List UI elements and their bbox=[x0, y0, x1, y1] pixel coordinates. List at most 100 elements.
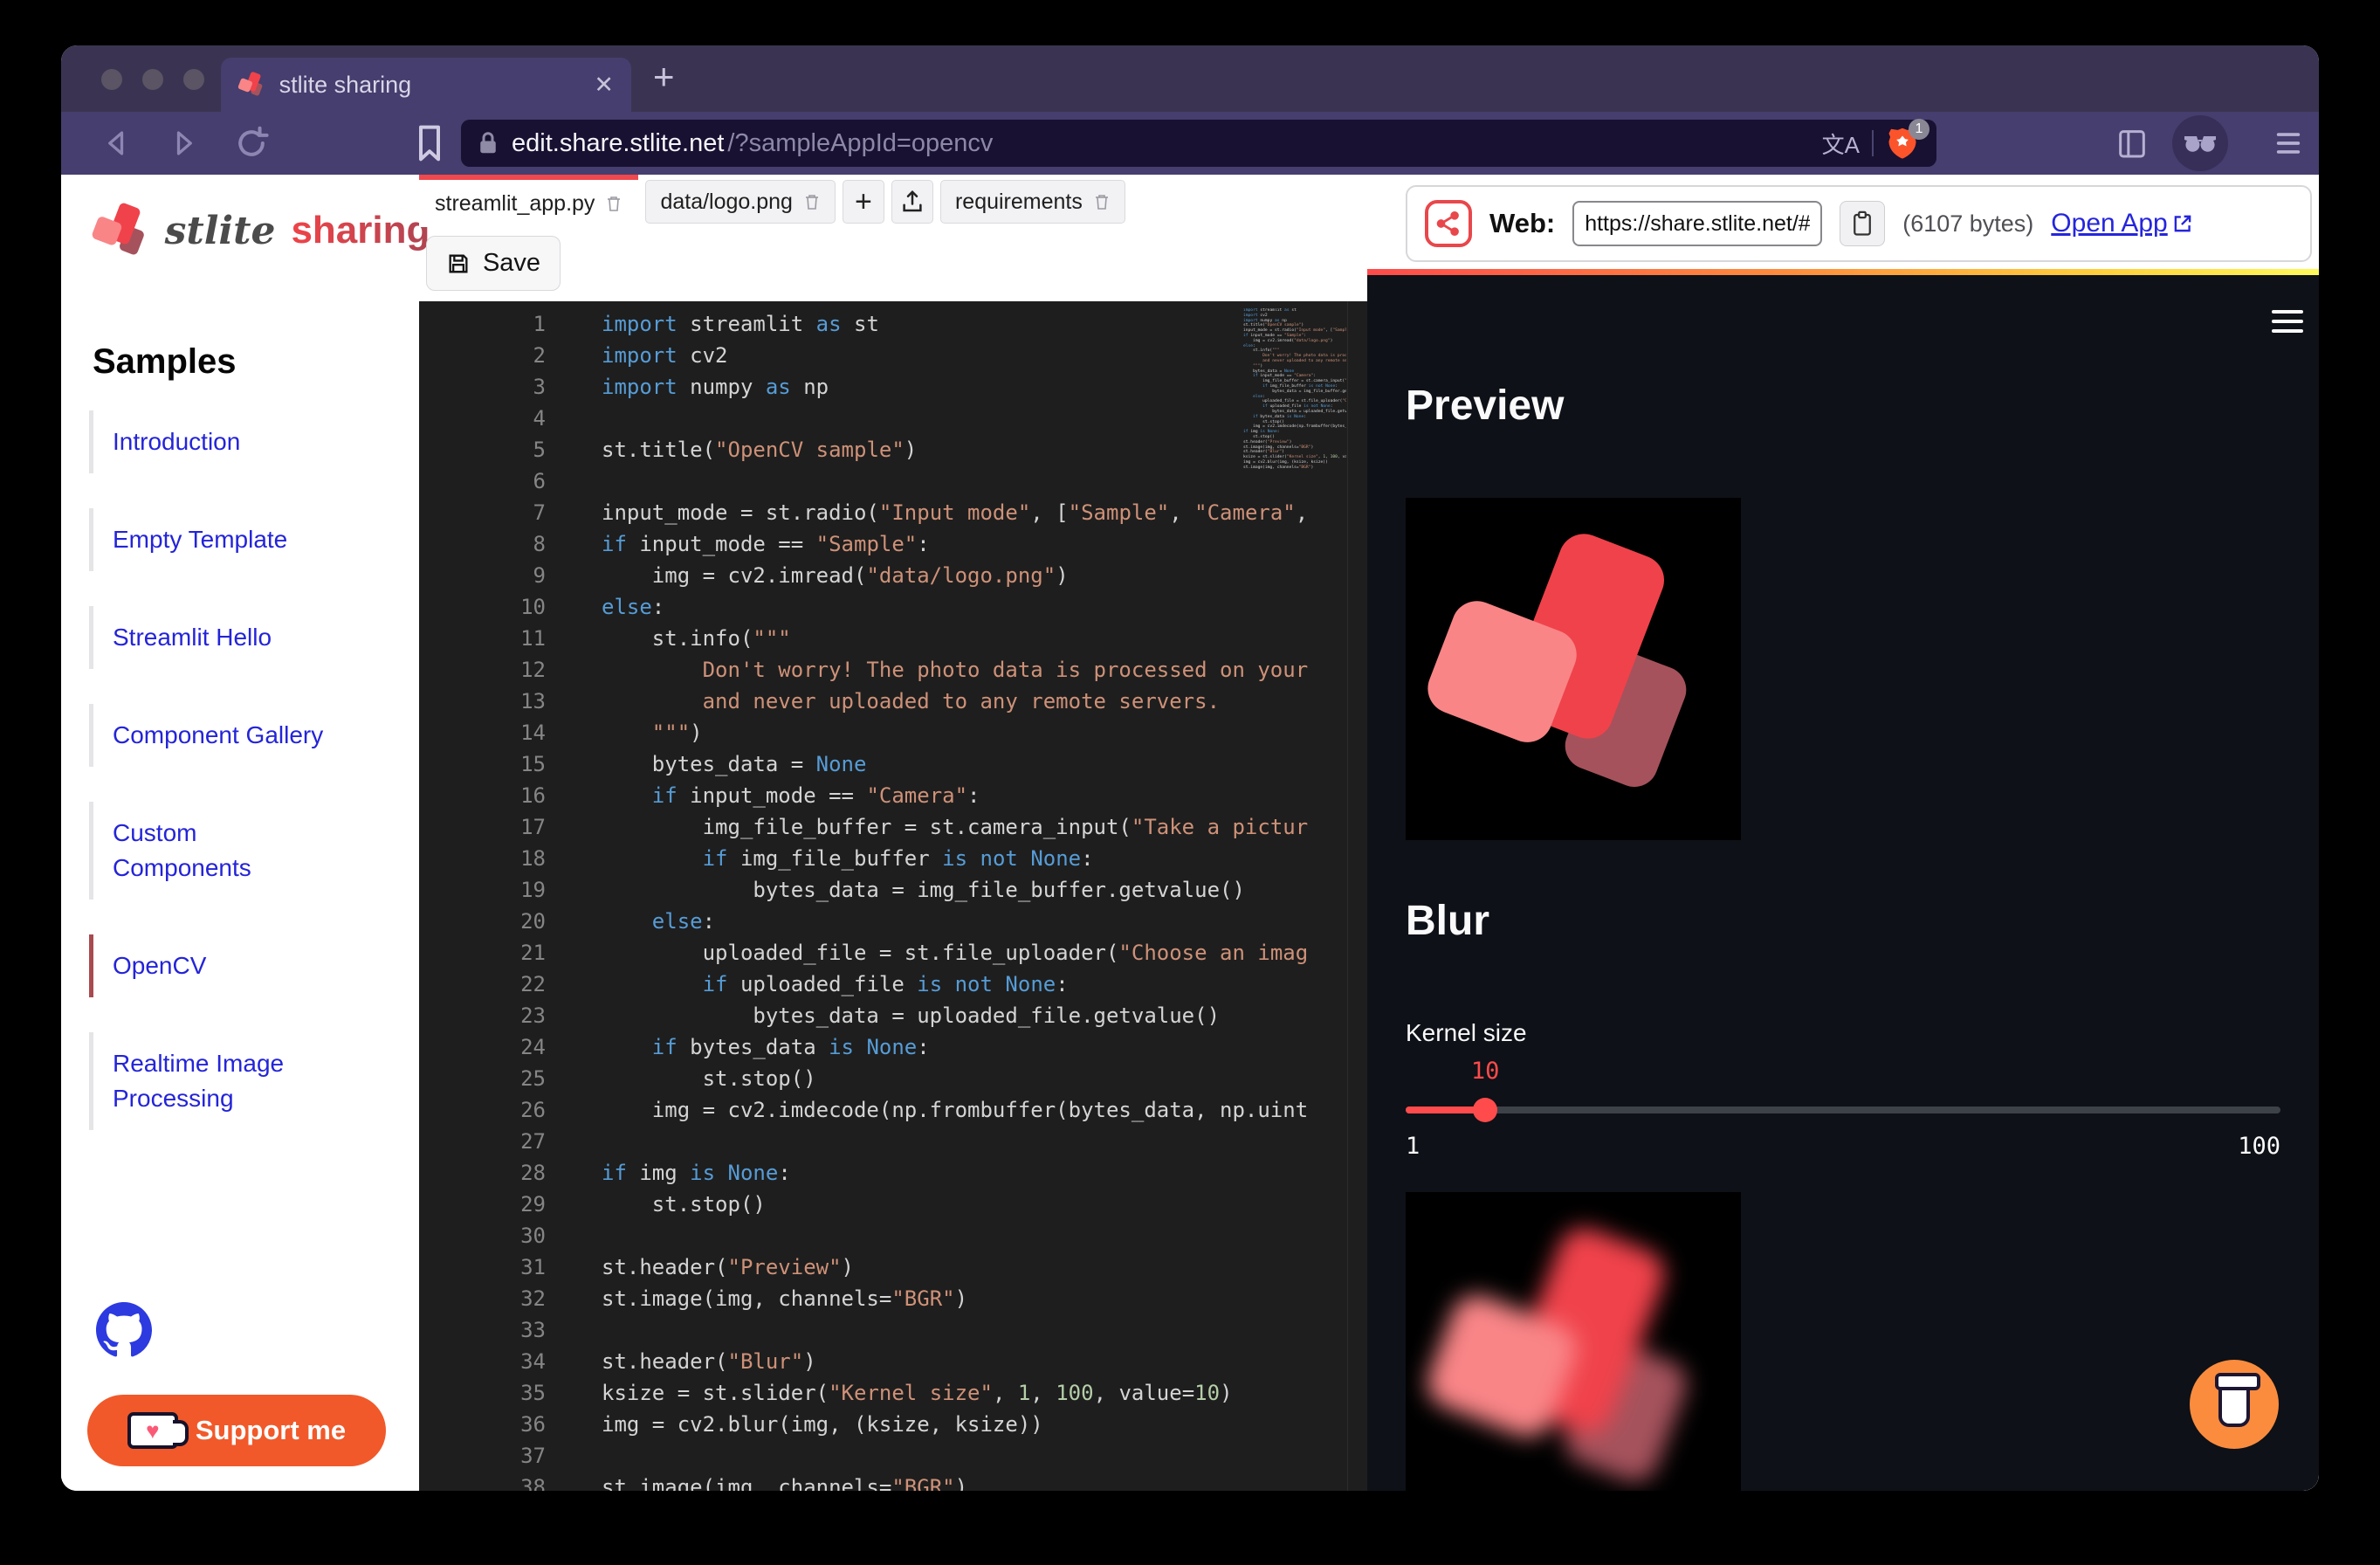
forward-icon[interactable] bbox=[164, 124, 203, 162]
code-line[interactable]: 15 bytes_data = None bbox=[419, 748, 1367, 780]
sidebar-item-introduction[interactable]: Introduction bbox=[89, 410, 393, 473]
code-line[interactable]: 22 if uploaded_file is not None: bbox=[419, 969, 1367, 1000]
code-line[interactable]: 16 if input_mode == "Camera": bbox=[419, 780, 1367, 811]
code-line[interactable]: 8if input_mode == "Sample": bbox=[419, 528, 1367, 560]
code-line[interactable]: 19 bytes_data = img_file_buffer.getvalue… bbox=[419, 874, 1367, 906]
code-line[interactable]: 10else: bbox=[419, 591, 1367, 623]
stlite-logo-image bbox=[1427, 529, 1711, 814]
code-line[interactable]: 32st.image(img, channels="BGR") bbox=[419, 1283, 1367, 1314]
url-bar[interactable]: edit.share.stlite.net/?sampleAppId=openc… bbox=[461, 120, 1936, 167]
bookmark-icon[interactable] bbox=[412, 122, 447, 164]
slider-thumb[interactable] bbox=[1473, 1098, 1497, 1122]
slider-track[interactable] bbox=[1406, 1107, 2280, 1113]
code-line[interactable]: 31st.header("Preview") bbox=[419, 1251, 1367, 1283]
sidebar-item-streamlit-hello[interactable]: Streamlit Hello bbox=[89, 606, 393, 669]
reload-icon[interactable] bbox=[232, 124, 271, 162]
bytes-count: (6107 bytes) bbox=[1902, 210, 2033, 238]
code-line[interactable]: 3import numpy as np bbox=[419, 371, 1367, 403]
code-line[interactable]: 21 uploaded_file = st.file_uploader("Cho… bbox=[419, 937, 1367, 969]
trash-icon[interactable] bbox=[803, 192, 821, 211]
sidebar-item-empty-template[interactable]: Empty Template bbox=[89, 508, 393, 571]
code-line[interactable]: 24 if bytes_data is None: bbox=[419, 1031, 1367, 1063]
add-file-button[interactable]: + bbox=[843, 180, 884, 224]
copy-url-button[interactable] bbox=[1840, 201, 1885, 246]
code-line[interactable]: 7input_mode = st.radio("Input mode", ["S… bbox=[419, 497, 1367, 528]
line-number: 1 bbox=[419, 308, 546, 340]
share-url-input[interactable] bbox=[1572, 201, 1822, 246]
code-line[interactable]: 9 img = cv2.imread("data/logo.png") bbox=[419, 560, 1367, 591]
back-icon[interactable] bbox=[98, 124, 136, 162]
code-line[interactable]: 1import streamlit as st bbox=[419, 308, 1367, 340]
code-editor[interactable]: 1import streamlit as st2import cv23impor… bbox=[419, 301, 1367, 1491]
reading-mode-button[interactable] bbox=[2172, 115, 2228, 171]
save-button[interactable]: Save bbox=[426, 236, 561, 291]
code-line[interactable]: 26 img = cv2.imdecode(np.frombuffer(byte… bbox=[419, 1094, 1367, 1126]
code-line[interactable]: 14 """) bbox=[419, 717, 1367, 748]
code-line[interactable]: 27 bbox=[419, 1126, 1367, 1157]
code-line[interactable]: 6 bbox=[419, 465, 1367, 497]
save-label: Save bbox=[483, 249, 540, 278]
window-zoom-button[interactable] bbox=[183, 69, 204, 90]
trash-icon[interactable] bbox=[1093, 192, 1111, 211]
code-line[interactable]: 35ksize = st.slider("Kernel size", 1, 10… bbox=[419, 1377, 1367, 1409]
window-minimize-button[interactable] bbox=[142, 69, 163, 90]
code-line[interactable]: 38st.image(img, channels="BGR") bbox=[419, 1472, 1367, 1491]
sidebar-item-label: Custom Components bbox=[113, 819, 251, 881]
github-link[interactable] bbox=[96, 1302, 152, 1358]
buy-me-a-coffee-button[interactable] bbox=[2190, 1360, 2279, 1449]
code-line[interactable]: 20 else: bbox=[419, 906, 1367, 937]
code-line[interactable]: 13 and never uploaded to any remote serv… bbox=[419, 686, 1367, 717]
code-line[interactable]: 11 st.info(""" bbox=[419, 623, 1367, 654]
streamlit-app: Preview Blur Kernel size 10 1 100 bbox=[1367, 275, 2319, 1491]
code-line[interactable]: 4 bbox=[419, 403, 1367, 434]
editor-tab-requirements[interactable]: requirements bbox=[940, 180, 1125, 224]
lock-icon bbox=[477, 130, 499, 156]
code-line[interactable]: 17 img_file_buffer = st.camera_input("Ta… bbox=[419, 811, 1367, 843]
editor-tab-streamlit-app-py[interactable]: streamlit_app.py bbox=[419, 175, 638, 227]
sidebar-item-component-gallery[interactable]: Component Gallery bbox=[89, 704, 393, 767]
blur-heading: Blur bbox=[1406, 897, 1489, 945]
editor-tab-data-logo-png[interactable]: data/logo.png bbox=[645, 180, 836, 224]
line-number: 18 bbox=[419, 843, 546, 874]
menu-icon[interactable] bbox=[2273, 129, 2303, 157]
open-app-link[interactable]: Open App bbox=[2051, 209, 2193, 238]
code-line[interactable]: 2import cv2 bbox=[419, 340, 1367, 371]
code-line[interactable]: 23 bytes_data = uploaded_file.getvalue() bbox=[419, 1000, 1367, 1031]
browser-tab[interactable]: stlite sharing ✕ bbox=[221, 58, 631, 112]
code-line[interactable]: 18 if img_file_buffer is not None: bbox=[419, 843, 1367, 874]
window-close-button[interactable] bbox=[101, 69, 122, 90]
line-number: 11 bbox=[419, 623, 546, 654]
sidebar-item-opencv[interactable]: OpenCV bbox=[89, 934, 393, 997]
code-line[interactable]: 29 st.stop() bbox=[419, 1189, 1367, 1220]
support-me-button[interactable]: ♥ Support me bbox=[87, 1395, 386, 1466]
blurred-image bbox=[1406, 1192, 1741, 1491]
code-line[interactable]: 12 Don't worry! The photo data is proces… bbox=[419, 654, 1367, 686]
trash-icon[interactable] bbox=[605, 194, 623, 213]
code-line[interactable]: 37 bbox=[419, 1440, 1367, 1472]
stlite-sharing-logo[interactable]: stlite sharing bbox=[93, 203, 430, 259]
code-line[interactable]: 28if img is None: bbox=[419, 1157, 1367, 1189]
streamlit-decoration-bar bbox=[1367, 269, 2319, 275]
code-line[interactable]: 30 bbox=[419, 1220, 1367, 1251]
new-tab-button[interactable]: + bbox=[653, 56, 675, 98]
code-line[interactable]: 36img = cv2.blur(img, (ksize, ksize)) bbox=[419, 1409, 1367, 1440]
translate-icon[interactable]: 文A bbox=[1822, 128, 1860, 160]
editor-header: streamlit_app.pydata/logo.png+ requiremen… bbox=[419, 175, 1367, 301]
minimap[interactable]: import streamlit as stimport cv2import n… bbox=[1243, 308, 1346, 1491]
sidebar-item-label: OpenCV bbox=[113, 952, 206, 979]
app-menu-icon[interactable] bbox=[2272, 310, 2303, 339]
sidebar-item-realtime-image-processing[interactable]: Realtime Image Processing bbox=[89, 1032, 393, 1130]
code-line[interactable]: 25 st.stop() bbox=[419, 1063, 1367, 1094]
line-number: 14 bbox=[419, 717, 546, 748]
sidebar-item-custom-components[interactable]: Custom Components bbox=[89, 802, 393, 900]
url-path: /?sampleAppId=opencv bbox=[727, 129, 993, 158]
sidebar-toggle-icon[interactable] bbox=[2115, 126, 2150, 161]
line-number: 26 bbox=[419, 1094, 546, 1126]
code-line[interactable]: 33 bbox=[419, 1314, 1367, 1346]
upload-file-button[interactable] bbox=[891, 180, 933, 224]
browser-tab-title: stlite sharing bbox=[279, 72, 581, 99]
brave-shield-icon[interactable]: 1 bbox=[1886, 126, 1921, 161]
code-line[interactable]: 5st.title("OpenCV sample") bbox=[419, 434, 1367, 465]
code-line[interactable]: 34st.header("Blur") bbox=[419, 1346, 1367, 1377]
tab-close-icon[interactable]: ✕ bbox=[594, 72, 614, 99]
